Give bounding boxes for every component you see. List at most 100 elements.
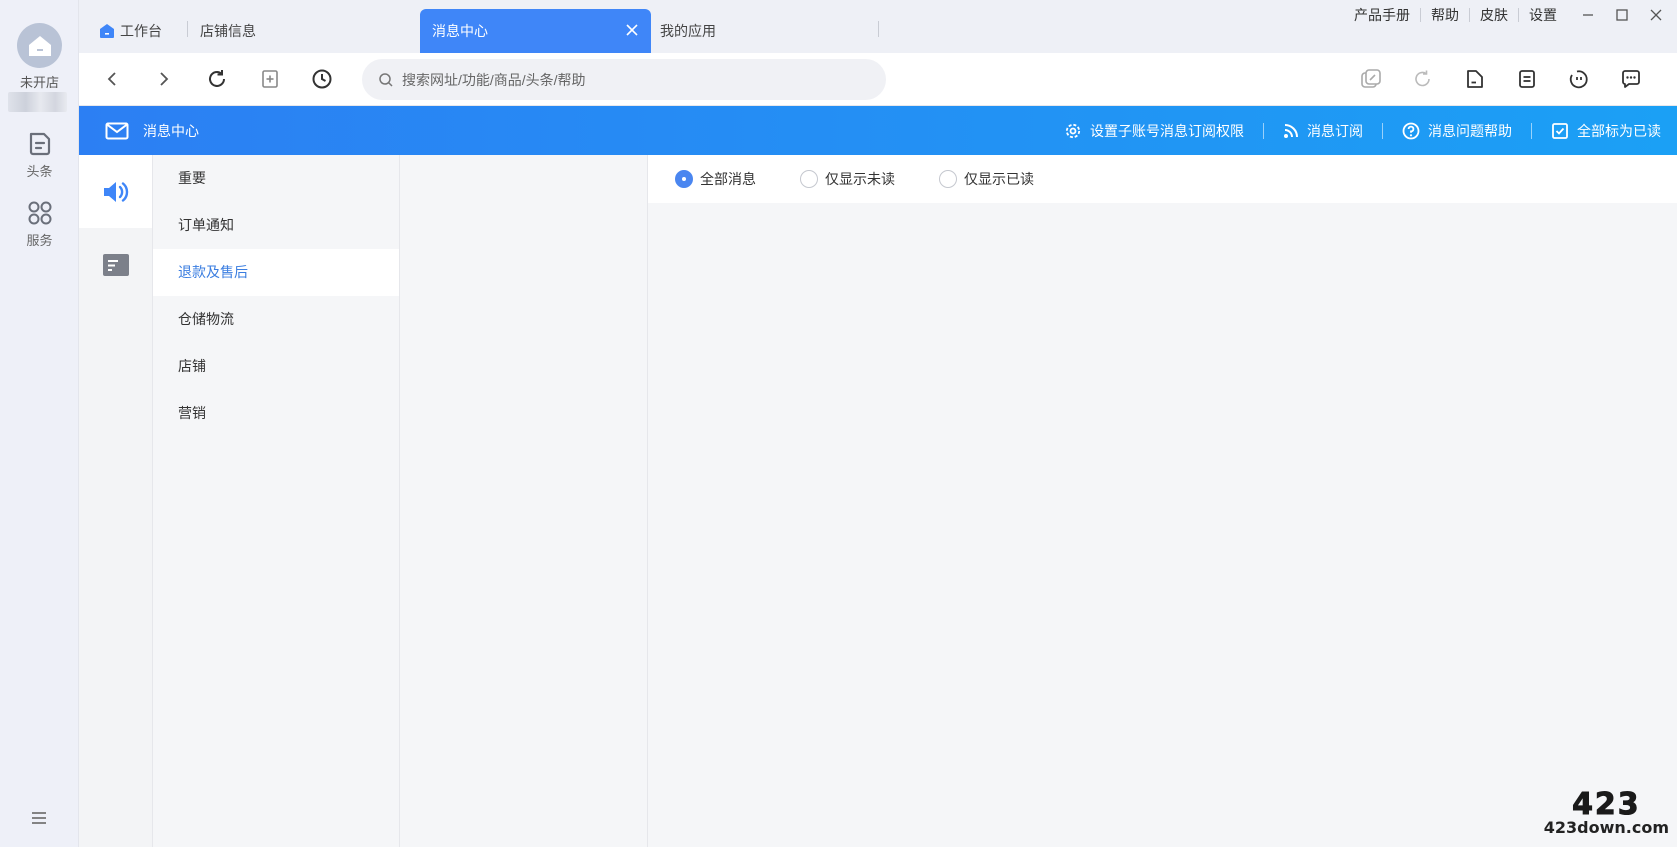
action-divider (1531, 122, 1532, 139)
chevron-left-icon (107, 72, 116, 86)
category-item-marketing[interactable]: 营销 (153, 390, 399, 437)
maximize-icon (1616, 9, 1628, 21)
filter-read-label: 仅显示已读 (964, 171, 1034, 187)
search-input[interactable] (402, 71, 862, 88)
assistant-icon (1569, 70, 1588, 89)
rail-menu-button[interactable] (28, 809, 50, 827)
tab-message-center[interactable]: 消息中心 (420, 9, 651, 53)
mark-all-read-button[interactable]: 全部标为已读 (1551, 121, 1661, 141)
tab-workbench[interactable]: 工作台 (99, 9, 162, 53)
filter-unread-radio[interactable]: 仅显示未读 (800, 169, 895, 189)
message-subscribe-label: 消息订阅 (1307, 122, 1363, 139)
sub-account-permissions-button[interactable]: 设置子账号消息订阅权限 (1064, 121, 1244, 141)
assistant-tool-button[interactable] (1566, 66, 1592, 92)
tab-my-apps[interactable]: 我的应用 (660, 9, 716, 53)
help-link[interactable]: 帮助 (1421, 5, 1469, 25)
forward-button[interactable] (151, 66, 177, 92)
speaker-icon (103, 181, 128, 202)
filter-read-radio[interactable]: 仅显示已读 (939, 169, 1034, 189)
notification-type-item[interactable] (79, 155, 152, 228)
close-icon (1650, 9, 1662, 21)
filter-unread-label: 仅显示未读 (825, 171, 895, 187)
link-tool-button[interactable] (1358, 66, 1384, 92)
clock-icon (312, 69, 332, 89)
message-help-button[interactable]: 消息问题帮助 (1402, 121, 1512, 141)
filter-all-radio[interactable]: 全部消息 (675, 169, 756, 189)
message-help-label: 消息问题帮助 (1428, 122, 1512, 139)
question-icon (1402, 122, 1420, 139)
search-bar[interactable] (362, 59, 886, 100)
top-links: 产品手册 帮助 皮肤 设置 (1344, 0, 1677, 30)
refresh-icon (209, 70, 225, 87)
message-center-header: 消息中心 设置子账号消息订阅权限 消息订阅 消息问题帮助 全部标为已读 (79, 106, 1677, 155)
rail-item-news[interactable]: 头条 (0, 131, 79, 180)
file-tool-button[interactable] (1462, 66, 1488, 92)
checkbox-icon (1552, 122, 1568, 139)
rail-item-news-label: 头条 (26, 164, 53, 179)
category-item-logistics[interactable]: 仓储物流 (153, 296, 399, 343)
message-subscribe-button[interactable]: 消息订阅 (1283, 121, 1363, 141)
window-close-button[interactable] (1639, 1, 1673, 29)
tab-my-apps-label: 我的应用 (660, 23, 716, 39)
app-rail: 未开店 头条 服务 (0, 0, 79, 847)
mail-icon (105, 122, 129, 139)
category-item-store[interactable]: 店铺 (153, 343, 399, 390)
message-center-title-label: 消息中心 (143, 122, 199, 139)
action-divider (1263, 122, 1264, 139)
sub-account-permissions-label: 设置子账号消息订阅权限 (1090, 122, 1244, 139)
refresh-button[interactable] (204, 66, 230, 92)
category-item-order-notice[interactable]: 订单通知 (153, 202, 399, 249)
chat-tool-button[interactable] (1618, 66, 1644, 92)
message-type-column (79, 155, 153, 847)
radio-indicator (939, 170, 957, 188)
search-icon (379, 72, 393, 87)
store-home-icon (28, 35, 51, 56)
tab-divider (878, 21, 879, 37)
site-watermark: 423 423down.com (1543, 787, 1669, 837)
message-filter-bar: 全部消息 仅显示未读 仅显示已读 (648, 155, 1677, 203)
store-avatar[interactable] (17, 23, 62, 68)
rail-item-services-label: 服务 (26, 233, 53, 248)
tab-divider (187, 21, 188, 37)
announcement-type-item[interactable] (79, 228, 152, 301)
article-icon (102, 253, 129, 276)
rss-icon (1284, 123, 1298, 138)
radio-indicator (800, 170, 818, 188)
blurred-account-name (8, 92, 67, 112)
maximize-button[interactable] (1605, 1, 1639, 29)
category-item-refund-aftersale[interactable]: 退款及售后 (153, 249, 399, 296)
notes-tool-button[interactable] (1514, 66, 1540, 92)
tab-close-button[interactable] (625, 23, 639, 37)
minimize-button[interactable] (1571, 1, 1605, 29)
watermark-logo: 423 (1572, 787, 1641, 822)
link-icon (1361, 69, 1381, 88)
tab-store-info-label: 店铺信息 (200, 23, 256, 39)
category-item-important[interactable]: 重要 (153, 155, 399, 202)
title-bar: 工作台 店铺信息 消息中心 我的应用 产品手册 帮助 皮肤 设置 (79, 0, 1677, 53)
add-page-button[interactable] (257, 66, 283, 92)
back-button[interactable] (99, 66, 125, 92)
navigation-bar (79, 53, 1677, 106)
chevron-right-icon (160, 72, 169, 86)
message-list (400, 155, 648, 847)
category-list: 重要 订单通知 退款及售后 仓储物流 店铺 营销 (153, 155, 400, 847)
radio-indicator (675, 170, 693, 188)
settings-link[interactable]: 设置 (1519, 5, 1567, 25)
news-icon (29, 132, 50, 156)
grid-icon (28, 201, 51, 225)
rail-item-services[interactable]: 服务 (0, 200, 79, 249)
watermark-url: 423down.com (1543, 818, 1669, 837)
tab-store-info[interactable]: 店铺信息 (200, 9, 256, 53)
rotate-tool-button[interactable] (1410, 66, 1436, 92)
gear-icon (1065, 123, 1081, 138)
history-button[interactable] (309, 66, 335, 92)
filter-all-label: 全部消息 (700, 171, 756, 187)
document-icon (1519, 70, 1535, 88)
hamburger-icon (32, 812, 46, 824)
message-center-title: 消息中心 (105, 106, 199, 155)
store-status-label: 未开店 (19, 75, 59, 90)
skin-link[interactable]: 皮肤 (1470, 5, 1518, 25)
product-manual-link[interactable]: 产品手册 (1344, 5, 1420, 25)
home-icon (100, 24, 114, 38)
tab-message-center-label: 消息中心 (432, 23, 488, 39)
